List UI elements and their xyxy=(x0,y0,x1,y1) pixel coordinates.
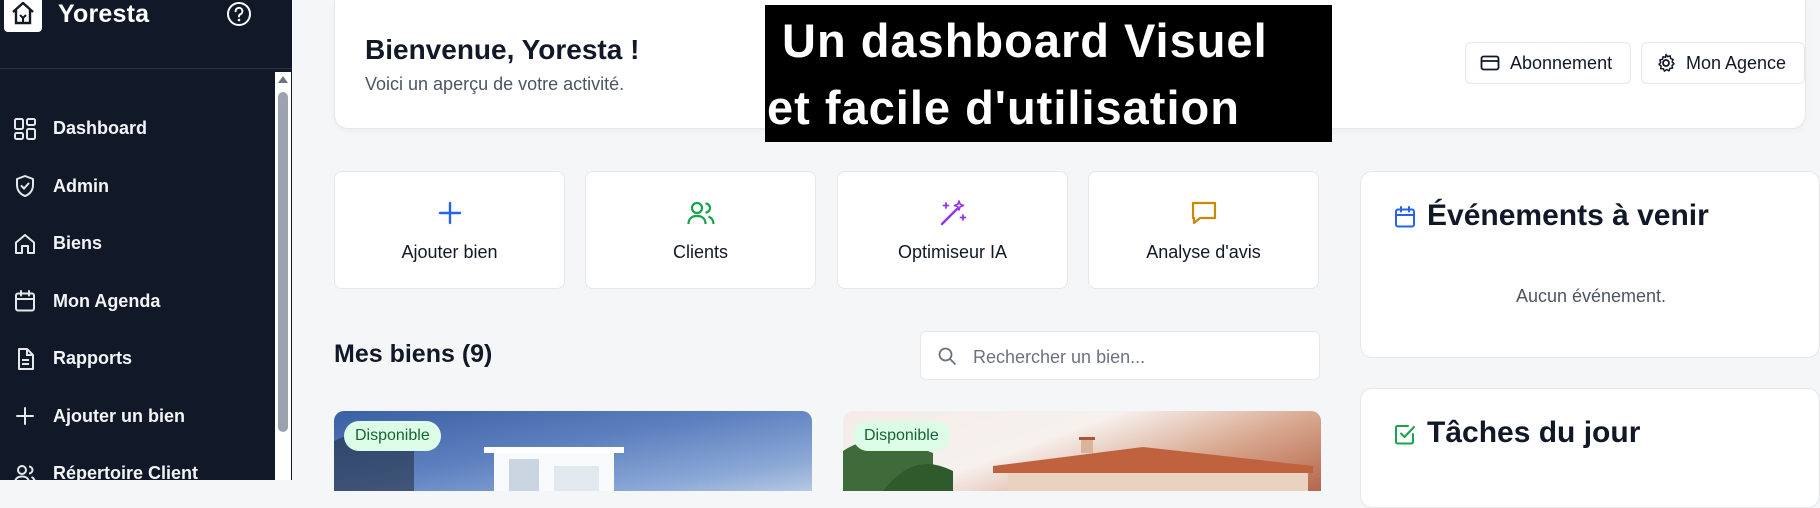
caption-line-1: Un dashboard Visuel xyxy=(782,14,1268,67)
home-icon xyxy=(15,233,35,254)
daily-tasks-card: Tâches du jour xyxy=(1360,388,1820,508)
credit-card-icon xyxy=(1480,55,1500,71)
sidebar-item-label: Répertoire Client xyxy=(53,463,199,480)
sidebar-item-dashboard[interactable]: Dashboard xyxy=(0,100,270,158)
message-icon xyxy=(1191,201,1216,225)
caption-line-2: et facile d'utilisation xyxy=(767,81,1240,134)
gear-icon xyxy=(1658,53,1675,72)
plus-icon xyxy=(438,201,461,225)
shield-check-icon xyxy=(16,175,34,198)
logo-house-icon[interactable] xyxy=(4,0,42,32)
sidebar-item-repertoire-client[interactable]: Répertoire Client xyxy=(0,445,270,480)
tasks-title: Tâches du jour xyxy=(1427,416,1641,449)
sidebar-item-label: Rapports xyxy=(53,348,133,369)
sidebar-item-ajouter-bien[interactable]: Ajouter un bien xyxy=(0,388,270,446)
quick-action-analyse-avis[interactable]: Analyse d'avis xyxy=(1088,171,1319,289)
sidebar-item-label: Mon Agenda xyxy=(53,290,161,311)
property-search-input[interactable] xyxy=(971,342,1305,372)
sidebar-item-label: Biens xyxy=(53,233,103,254)
check-square-icon xyxy=(1395,425,1415,445)
upcoming-events-card: Événements à venir Aucun événement. xyxy=(1360,171,1820,358)
sidebar-item-biens[interactable]: Biens xyxy=(0,215,270,273)
plus-icon xyxy=(16,407,34,426)
dashboard-icon xyxy=(14,117,36,140)
scrollbar-thumb[interactable] xyxy=(278,92,288,432)
document-icon xyxy=(18,347,34,370)
quick-action-optimiseur-ia[interactable]: Optimiseur IA xyxy=(837,171,1068,289)
abonnement-label: Abonnement xyxy=(1510,52,1613,73)
users-icon xyxy=(686,201,715,225)
help-icon[interactable] xyxy=(226,1,252,27)
quick-action-label: Analyse d'avis xyxy=(1146,242,1261,262)
quick-action-ajouter-bien[interactable]: Ajouter bien xyxy=(334,171,565,289)
magic-wand-icon xyxy=(940,200,966,226)
sidebar-item-agenda[interactable]: Mon Agenda xyxy=(0,273,270,331)
sidebar-item-label: Ajouter un bien xyxy=(53,405,185,426)
properties-section-title: Mes biens (9) xyxy=(334,340,493,368)
quick-action-label: Clients xyxy=(672,242,729,262)
events-title: Événements à venir xyxy=(1427,199,1709,232)
property-card[interactable]: Disponible xyxy=(843,411,1321,491)
sidebar-item-label: Dashboard xyxy=(53,118,148,139)
brand-name: Yoresta xyxy=(58,0,150,28)
sidebar-item-admin[interactable]: Admin xyxy=(0,158,270,216)
status-badge: Disponible xyxy=(853,421,950,451)
events-empty-message: Aucun événement. xyxy=(1515,286,1667,306)
property-search-box[interactable] xyxy=(920,331,1320,380)
status-badge: Disponible xyxy=(344,421,441,451)
calendar-icon xyxy=(1395,206,1415,228)
mon-agence-label: Mon Agence xyxy=(1686,52,1787,73)
promo-caption-banner: Un dashboard Visuel et facile d'utilisat… xyxy=(765,5,1332,142)
mon-agence-button[interactable]: Mon Agence xyxy=(1641,42,1805,84)
sidebar-item-rapports[interactable]: Rapports xyxy=(0,330,270,388)
brand-header: Yoresta xyxy=(0,0,292,69)
page-title: Bienvenue, Yoresta ! xyxy=(365,34,640,65)
page-subtitle: Voici un aperçu de votre activité. xyxy=(365,74,625,94)
calendar-icon xyxy=(15,290,35,312)
search-icon xyxy=(938,347,956,365)
quick-action-clients[interactable]: Clients xyxy=(585,171,816,289)
property-card[interactable]: Disponible xyxy=(334,411,812,491)
quick-action-label: Ajouter bien xyxy=(401,242,498,262)
sidebar-nav: Dashboard Admin Biens Mon Agenda Rapport… xyxy=(0,100,270,480)
abonnement-button[interactable]: Abonnement xyxy=(1465,42,1631,84)
quick-action-label: Optimiseur IA xyxy=(897,242,1008,262)
sidebar: Yoresta Dashboard Admin Biens Mon Agenda… xyxy=(0,0,292,480)
sidebar-item-label: Admin xyxy=(53,175,109,196)
scroll-up-arrow-icon[interactable] xyxy=(278,76,288,83)
sidebar-scrollbar[interactable] xyxy=(275,72,291,480)
users-icon xyxy=(14,464,36,480)
